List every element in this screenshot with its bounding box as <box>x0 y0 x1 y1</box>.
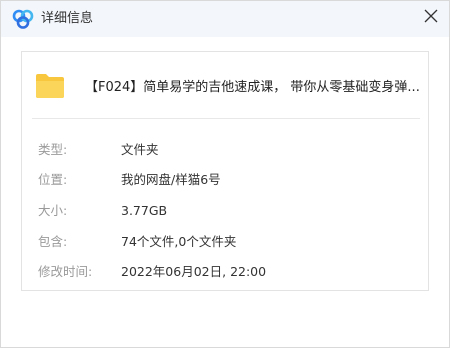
modified-value: 2022年06月02日, 22:00 <box>121 264 267 279</box>
baidu-netdisk-icon <box>12 9 34 29</box>
size-label: 大小: <box>38 203 68 218</box>
type-label: 类型: <box>38 142 68 157</box>
location-value: 我的网盘/样猫6号 <box>121 172 221 187</box>
contains-value: 74个文件,0个文件夹 <box>121 234 237 249</box>
details-dialog: 详细信息 【F024】简单易学的吉他速成课， 带你从零基础变身弹... 类型: … <box>0 0 450 348</box>
detail-row-location: 位置: 我的网盘/样猫6号 <box>22 170 428 190</box>
dialog-titlebar: 详细信息 <box>1 1 449 37</box>
detail-row-size: 大小: 3.77GB <box>22 201 428 221</box>
modified-label: 修改时间: <box>38 264 93 279</box>
folder-icon <box>35 72 65 100</box>
type-value: 文件夹 <box>121 142 159 157</box>
detail-row-type: 类型: 文件夹 <box>22 140 428 160</box>
detail-row-contains: 包含: 74个文件,0个文件夹 <box>22 232 428 252</box>
close-icon <box>424 8 438 27</box>
size-value: 3.77GB <box>121 203 168 218</box>
close-button[interactable] <box>413 1 449 33</box>
file-info-card: 【F024】简单易学的吉他速成课， 带你从零基础变身弹... 类型: 文件夹 位… <box>21 51 429 291</box>
contains-label: 包含: <box>38 234 68 249</box>
file-name: 【F024】简单易学的吉他速成课， 带你从零基础变身弹... <box>85 80 420 95</box>
detail-row-modified: 修改时间: 2022年06月02日, 22:00 <box>22 262 428 282</box>
divider <box>32 118 420 119</box>
dialog-title: 详细信息 <box>41 11 94 26</box>
location-label: 位置: <box>38 172 68 187</box>
